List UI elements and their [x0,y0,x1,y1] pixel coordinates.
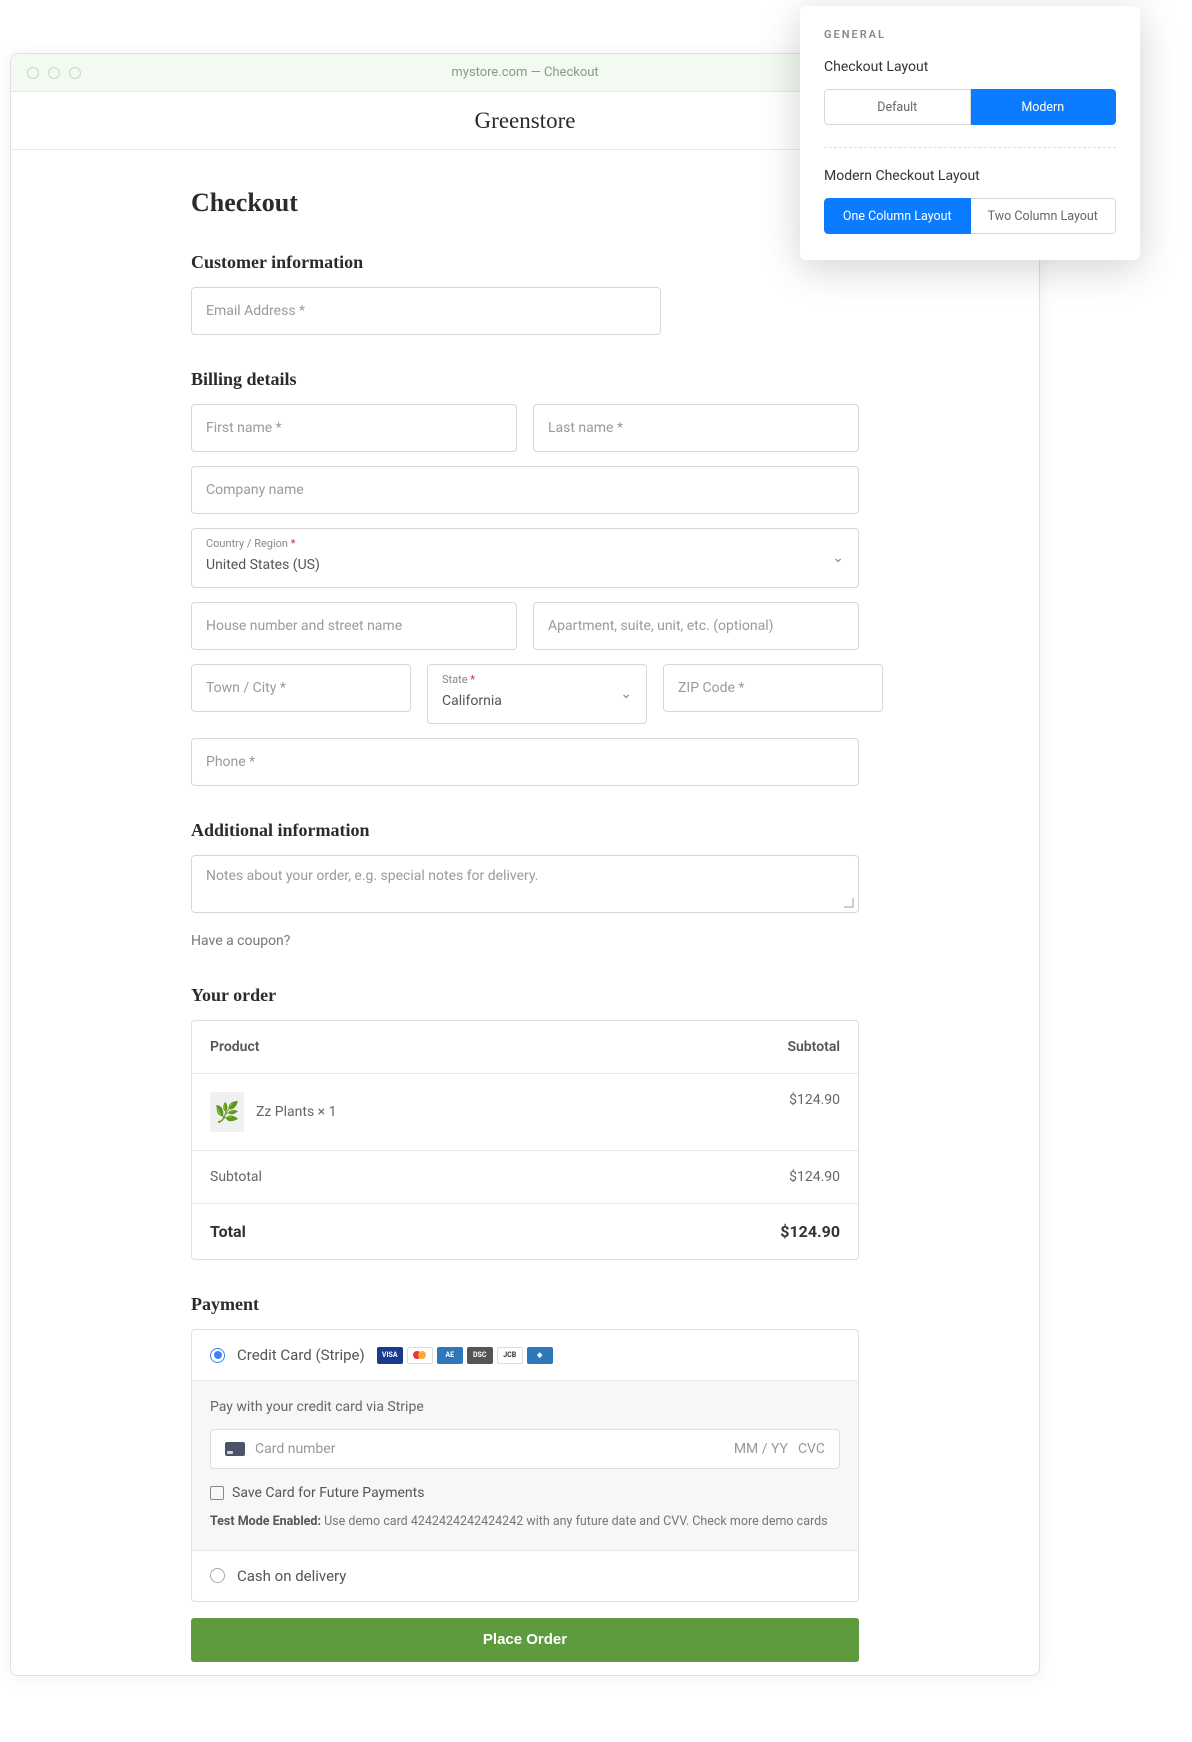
col-product: Product [210,1039,259,1055]
total-label: Total [210,1222,246,1241]
email-placeholder: Email Address * [206,303,305,319]
order-line-item: 🌿 Zz Plants × 1 $124.90 [192,1074,858,1151]
checkout-layout-toggle: Default Modern [824,89,1116,125]
customer-info-heading: Customer information [191,252,859,273]
payment-option-cod[interactable]: Cash on delivery [192,1551,858,1601]
two-column-button[interactable]: Two Column Layout [971,198,1117,234]
phone-field[interactable]: Phone * [191,738,859,786]
radio-unselected-icon [210,1568,225,1583]
divider [824,147,1116,148]
place-order-button[interactable]: Place Order [191,1618,859,1662]
apartment-field[interactable]: Apartment, suite, unit, etc. (optional) [533,602,859,650]
additional-heading: Additional information [191,820,859,841]
zip-field[interactable]: ZIP Code * [663,664,883,712]
save-card-checkbox[interactable] [210,1486,224,1500]
card-brand-icons: VISA AE DSC JCB ◈ [377,1347,553,1364]
browser-window: mystore.com — Checkout Greenstore Checko… [10,53,1040,1676]
layout-modern-button[interactable]: Modern [971,89,1117,125]
city-field[interactable]: Town / City * [191,664,411,712]
payment-methods: Credit Card (Stripe) VISA AE DSC JCB ◈ P… [191,1329,859,1602]
settings-panel: GENERAL Checkout Layout Default Modern M… [800,6,1140,260]
chevron-down-icon: ⌄ [832,550,844,566]
col-subtotal: Subtotal [787,1039,840,1055]
last-name-field[interactable]: Last name * [533,404,859,452]
modern-layout-heading: Modern Checkout Layout [824,168,1116,184]
order-heading: Your order [191,985,859,1006]
product-price: $124.90 [789,1092,840,1132]
product-thumbnail: 🌿 [210,1092,244,1132]
company-field[interactable]: Company name [191,466,859,514]
payment-heading: Payment [191,1294,859,1315]
stripe-description: Pay with your credit card via Stripe [210,1399,840,1415]
state-select[interactable]: State * California ⌄ [427,664,647,724]
subtotal-label: Subtotal [210,1169,262,1185]
checkout-layout-heading: Checkout Layout [824,59,1116,75]
layout-default-button[interactable]: Default [824,89,971,125]
subtotal-value: $124.90 [789,1169,840,1185]
settings-general-label: GENERAL [824,28,1116,41]
page-title: Checkout [191,188,859,218]
modern-layout-toggle: One Column Layout Two Column Layout [824,198,1116,234]
chevron-down-icon: ⌄ [620,686,632,702]
store-name: Greenstore [475,108,576,134]
email-field[interactable]: Email Address * [191,287,661,335]
radio-selected-icon [210,1348,225,1363]
one-column-button[interactable]: One Column Layout [824,198,971,234]
street-field[interactable]: House number and street name [191,602,517,650]
billing-heading: Billing details [191,369,859,390]
country-select[interactable]: Country / Region * United States (US) ⌄ [191,528,859,588]
product-name: Zz Plants × 1 [256,1104,336,1120]
card-number-field[interactable]: Card number MM / YY CVC [210,1429,840,1469]
save-card-label: Save Card for Future Payments [232,1485,424,1501]
card-icon [225,1442,245,1456]
coupon-link[interactable]: Have a coupon? [191,933,859,949]
total-value: $124.90 [780,1222,840,1241]
test-mode-note: Test Mode Enabled: Use demo card 4242424… [210,1513,840,1532]
order-summary-table: Product Subtotal 🌿 Zz Plants × 1 $124.90… [191,1020,859,1260]
payment-option-stripe[interactable]: Credit Card (Stripe) VISA AE DSC JCB ◈ [192,1330,858,1380]
order-notes-field[interactable]: Notes about your order, e.g. special not… [191,855,859,913]
first-name-field[interactable]: First name * [191,404,517,452]
